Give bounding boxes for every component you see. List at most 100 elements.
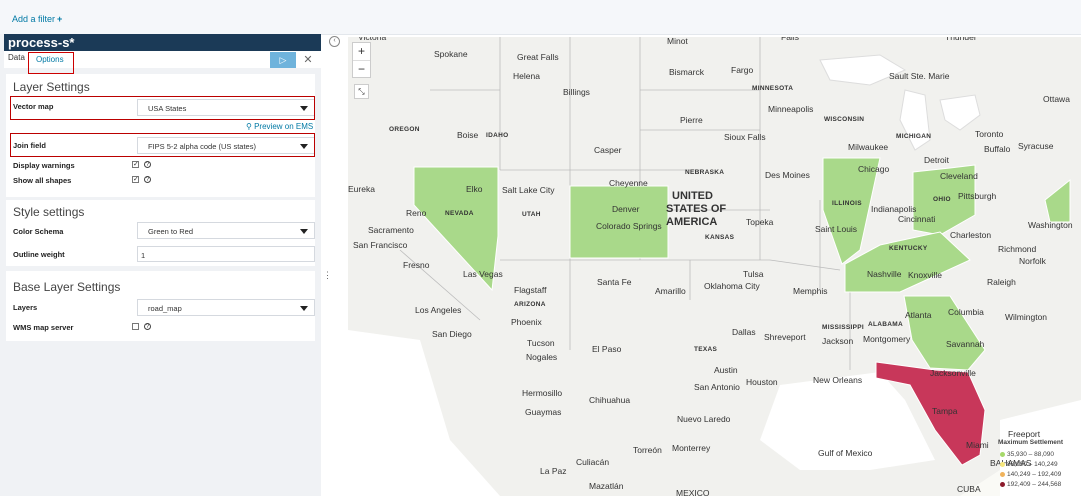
city-label: Minneapolis [768,104,813,114]
apply-button[interactable]: ▷ [270,52,296,68]
legend: Maximum Settlement 35,930 – 88,090 88,09… [996,439,1081,493]
city-label: Des Moines [765,170,810,180]
city-label: Tucson [527,338,555,348]
legend-swatch [1000,481,1005,487]
play-icon: ▷ [279,55,287,65]
legend-swatch [1000,451,1005,457]
zoom-in-button[interactable]: + [353,43,370,61]
city-label: Tulsa [743,269,764,279]
city-label: Nashville [867,269,902,279]
layers-select[interactable]: road_map [137,299,315,316]
city-label: Denver [612,204,640,214]
resize-handle[interactable]: ⋮ [323,270,332,281]
city-label: New Orleans [813,375,862,385]
tab-data[interactable]: Data [8,53,25,62]
state-label: IDAHO [486,132,508,139]
state-label: MINNESOTA [752,85,793,92]
city-label: Thunder [945,37,977,42]
link-icon: ⚲ [246,122,252,131]
city-label: Eureka [348,184,375,194]
city-label: Fresno [403,260,430,270]
zoom-out-button[interactable]: − [353,61,370,78]
city-label: Wilmington [1005,312,1047,322]
state-label: UTAH [522,211,541,218]
city-label: San Francisco [353,240,408,250]
highlight-vector-map [10,96,315,120]
city-label: Casper [594,145,622,155]
show-all-shapes-checkbox[interactable]: ✓ [132,176,139,183]
city-label: El Paso [592,344,622,354]
city-label: Nogales [526,352,557,362]
city-label: Toronto [975,129,1004,139]
city-label: Sioux Falls [724,132,766,142]
city-label: Freeport [1008,429,1041,439]
city-label: Billings [563,87,590,97]
city-label: Memphis [793,286,827,296]
plus-icon: + [57,14,63,24]
close-icon[interactable]: ✕ [302,52,314,68]
city-label: Columbia [948,307,984,317]
city-label: Las Vegas [463,269,503,279]
preview-on-ems-link[interactable]: ⚲ Preview on EMS [246,122,313,131]
state-label: MISSISSIPPI [822,324,864,331]
add-filter-link[interactable]: Add a filter + [12,14,62,24]
city-label: Amarillo [655,286,686,296]
city-label: Norfolk [1019,256,1047,266]
color-schema-value: Green to Red [148,227,194,236]
wms-map-server-checkbox[interactable] [132,323,139,330]
layer-settings-title: Layer Settings [13,80,90,94]
city-label: Chicago [858,164,889,174]
city-label: Helena [513,71,540,81]
city-label: Santa Fe [597,277,632,287]
city-label: Cleveland [940,171,978,181]
legend-item: 192,409 – 244,568 [1000,481,1061,488]
legend-label: 88,090 – 140,249 [1007,461,1058,468]
display-warnings-checkbox[interactable]: ✓ [132,161,139,168]
state-label: KENTUCKY [889,245,928,252]
country-label-3: AMERICA [666,216,717,228]
chevron-down-icon [300,306,308,311]
city-label: CUBA [957,484,981,494]
city-label: Hermosillo [522,388,562,398]
zoom-control: + − [352,42,371,78]
help-icon[interactable]: ? [144,323,151,330]
fit-bounds-button[interactable]: ⤡ [354,84,369,99]
city-label: Cincinnati [898,214,935,224]
wms-map-server-label: WMS map server [13,323,74,332]
city-label: Austin [714,365,738,375]
filter-bar: Add a filter + [0,0,1081,35]
outline-weight-label: Outline weight [13,250,65,259]
city-label: Montgomery [863,334,911,344]
map-canvas[interactable]: UNITED STATES OF AMERICA Victoria Spokane… [348,37,1081,496]
city-label: Monterrey [672,443,711,453]
state-label: NEBRASKA [685,169,724,176]
tab-options[interactable]: Options [28,52,74,74]
city-label: Colorado Springs [596,221,662,231]
city-label: Elko [466,184,483,194]
help-icon[interactable]: ? [144,161,151,168]
city-label: Chihuahua [589,395,630,405]
state-label: NEVADA [445,210,474,217]
city-label: Minot [667,37,688,46]
legend-item: 88,090 – 140,249 [1000,461,1058,468]
state-label: MICHIGAN [896,133,931,140]
city-label: Flagstaff [514,285,547,295]
city-label: Shreveport [764,332,806,342]
legend-item: 35,930 – 88,090 [1000,451,1054,458]
color-schema-select[interactable]: Green to Red [137,222,315,239]
outline-weight-input[interactable]: 1 [137,246,315,262]
city-label: Tampa [932,406,958,416]
city-label: Richmond [998,244,1037,254]
city-label: Pierre [680,115,703,125]
legend-label: 140,249 – 192,409 [1007,471,1062,478]
help-icon[interactable]: ? [144,176,151,183]
city-label: Indianapolis [871,204,916,214]
country-label-2: STATES OF [666,203,726,215]
city-label: Dallas [732,327,756,337]
add-filter-label: Add a filter [12,14,56,24]
city-label: Pittsburgh [958,191,997,201]
city-label: Sacramento [368,225,414,235]
highlight-join-field [10,133,315,157]
legend-label: 35,930 – 88,090 [1007,451,1054,458]
collapse-icon[interactable]: ‹ [329,36,340,47]
